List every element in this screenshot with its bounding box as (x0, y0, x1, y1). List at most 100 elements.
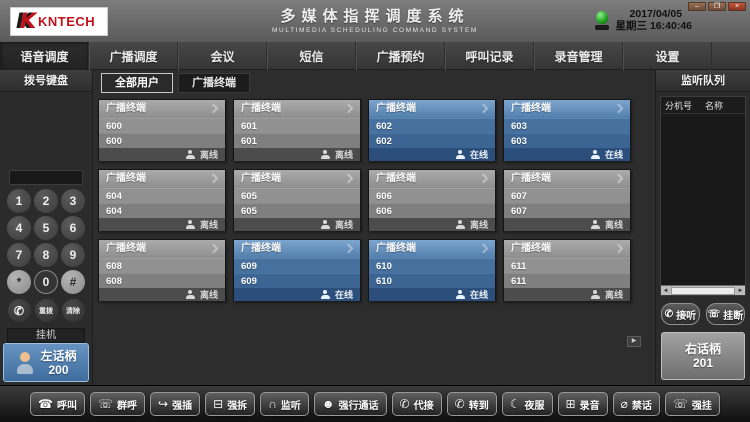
right-handset-number: 201 (685, 356, 721, 370)
toolbar-button-9[interactable]: ⊞ 录音 (558, 392, 608, 416)
terminal-name: 601 (234, 133, 360, 148)
transfer-icon: ✆ (455, 397, 465, 411)
terminal-card-602[interactable]: 广播终端 602 602 在线 (368, 99, 496, 161)
toolbar-button-3[interactable]: ⊟ 强拆 (205, 392, 255, 416)
person-icon (321, 150, 330, 159)
force-talk-icon: ☻ (322, 397, 335, 411)
monitor-queue-panel: 监听队列 分机号 名称 ◄ ► ✆ 接听 ☏ (655, 70, 750, 385)
status-badge: 离线 (335, 148, 353, 161)
terminal-card-608[interactable]: 广播终端 608 608 离线 (98, 239, 226, 301)
monitor-icon: ∩ (268, 397, 277, 411)
terminal-number: 607 (504, 188, 630, 203)
toolbar-button-7[interactable]: ✆ 转到 (447, 392, 497, 416)
dial-call-button[interactable]: ✆ (8, 299, 31, 322)
column-extension: 分机号 (661, 99, 705, 112)
dial-display-input[interactable] (9, 170, 83, 185)
terminal-name: 611 (504, 273, 630, 288)
menu-item-2[interactable]: 会议 (178, 42, 267, 70)
horizontal-scrollbar[interactable]: ◄ ► (661, 285, 745, 295)
menu-item-1[interactable]: 广播调度 (89, 42, 178, 70)
menu-item-6[interactable]: 录音管理 (534, 42, 623, 70)
terminal-card-605[interactable]: 广播终端 605 605 离线 (233, 169, 361, 231)
keypad-key-4[interactable]: 4 (7, 216, 31, 240)
terminal-card-610[interactable]: 广播终端 610 610 在线 (368, 239, 496, 301)
keypad-key-9[interactable]: 9 (61, 243, 85, 267)
toolbar-button-6[interactable]: ✆ 代接 (392, 392, 442, 416)
keypad-key-5[interactable]: 5 (34, 216, 58, 240)
keypad-key-0[interactable]: 0 (34, 270, 58, 294)
menu-item-5[interactable]: 呼叫记录 (445, 42, 534, 70)
toolbar-button-5[interactable]: ☻ 强行通话 (314, 392, 387, 416)
menu-item-3[interactable]: 短信 (267, 42, 356, 70)
terminal-number: 611 (504, 258, 630, 273)
terminal-card-604[interactable]: 广播终端 604 604 离线 (98, 169, 226, 231)
keypad-key-7[interactable]: 7 (7, 243, 31, 267)
keypad-key-#[interactable]: # (61, 270, 85, 294)
tab-1[interactable]: 广播终端 (178, 73, 250, 93)
terminal-number: 610 (369, 258, 495, 273)
terminal-card-603[interactable]: 广播终端 603 603 在线 (503, 99, 631, 161)
status-badge: 离线 (605, 288, 623, 301)
terminal-card-606[interactable]: 广播终端 606 606 离线 (368, 169, 496, 231)
menu-item-7[interactable]: 设置 (623, 42, 712, 70)
menu-item-4[interactable]: 广播预约 (356, 42, 445, 70)
person-icon (456, 290, 465, 299)
keypad-key-2[interactable]: 2 (34, 189, 58, 213)
kntech-k-icon: KK (16, 11, 38, 33)
redial-button[interactable]: 重拨 (35, 299, 58, 322)
record-icon: ⊞ (566, 397, 576, 411)
toolbar-button-1[interactable]: ☏ 群呼 (90, 392, 145, 416)
chevron-right-icon (479, 174, 489, 184)
kntech-logo: KK KNTECH (10, 7, 108, 36)
title-bar: KK KNTECH 多媒体指挥调度系统 MULTIMEDIA SCHEDULIN… (0, 0, 750, 42)
keypad-key-8[interactable]: 8 (34, 243, 58, 267)
terminal-card-600[interactable]: 广播终端 600 600 离线 (98, 99, 226, 161)
clock-area: 2017/04/05 星期三 16:40:46 (595, 8, 692, 32)
left-handset-panel[interactable]: 左话柄 200 (3, 343, 89, 382)
terminal-card-607[interactable]: 广播终端 607 607 离线 (503, 169, 631, 231)
hangup-button[interactable]: 挂机 (7, 328, 85, 343)
chevron-right-icon (344, 244, 354, 254)
next-page-button[interactable]: ▶ (627, 336, 641, 347)
tab-0[interactable]: 全部用户 (101, 73, 173, 93)
chevron-right-icon (209, 244, 219, 254)
terminal-card-601[interactable]: 广播终端 601 601 离线 (233, 99, 361, 161)
hangup-call-button[interactable]: ☏ 挂断 (706, 303, 745, 325)
chevron-right-icon (344, 174, 354, 184)
status-badge: 离线 (470, 218, 488, 231)
menu-item-0[interactable]: 语音调度 (0, 42, 89, 70)
person-icon (186, 220, 195, 229)
keypad-key-1[interactable]: 1 (7, 189, 31, 213)
close-button[interactable]: × (728, 2, 746, 11)
clear-button[interactable]: 清除 (62, 299, 85, 322)
toolbar-button-8[interactable]: ☾ 夜服 (502, 392, 553, 416)
scroll-right-icon[interactable]: ► (736, 286, 745, 296)
operator-avatar-icon (15, 352, 35, 374)
keypad-key-*[interactable]: * (7, 270, 31, 294)
window-controls: – ❐ × (688, 2, 746, 11)
terminal-name: 605 (234, 203, 360, 218)
chevron-right-icon (479, 244, 489, 254)
keypad-key-6[interactable]: 6 (61, 216, 85, 240)
minimize-button[interactable]: – (688, 2, 706, 11)
monitor-queue-list: 分机号 名称 ◄ ► (660, 96, 746, 296)
right-handset-panel[interactable]: 右话柄 201 (661, 332, 745, 380)
answer-button[interactable]: ✆ 接听 (661, 303, 700, 325)
toolbar-button-10[interactable]: ⌀ 禁话 (613, 392, 660, 416)
scrollbar-thumb[interactable] (671, 287, 735, 295)
terminal-card-611[interactable]: 广播终端 611 611 离线 (503, 239, 631, 301)
toolbar-button-2[interactable]: ↪ 强插 (150, 392, 200, 416)
keypad-key-3[interactable]: 3 (61, 189, 85, 213)
dial-panel-title: 拨号键盘 (0, 70, 92, 92)
terminal-name: 602 (369, 133, 495, 148)
chevron-right-icon (344, 104, 354, 114)
toolbar-button-4[interactable]: ∩ 监听 (260, 392, 309, 416)
dial-keypad: 123 456 789 *0# (7, 189, 85, 294)
terminal-card-609[interactable]: 广播终端 609 609 在线 (233, 239, 361, 301)
scroll-left-icon[interactable]: ◄ (661, 286, 670, 296)
person-icon (186, 150, 195, 159)
restore-button[interactable]: ❐ (708, 2, 726, 11)
user-tabs: 全部用户广播终端 (101, 73, 655, 93)
toolbar-button-11[interactable]: ☏ 强挂 (665, 392, 720, 416)
toolbar-button-0[interactable]: ☎ 呼叫 (30, 392, 85, 416)
